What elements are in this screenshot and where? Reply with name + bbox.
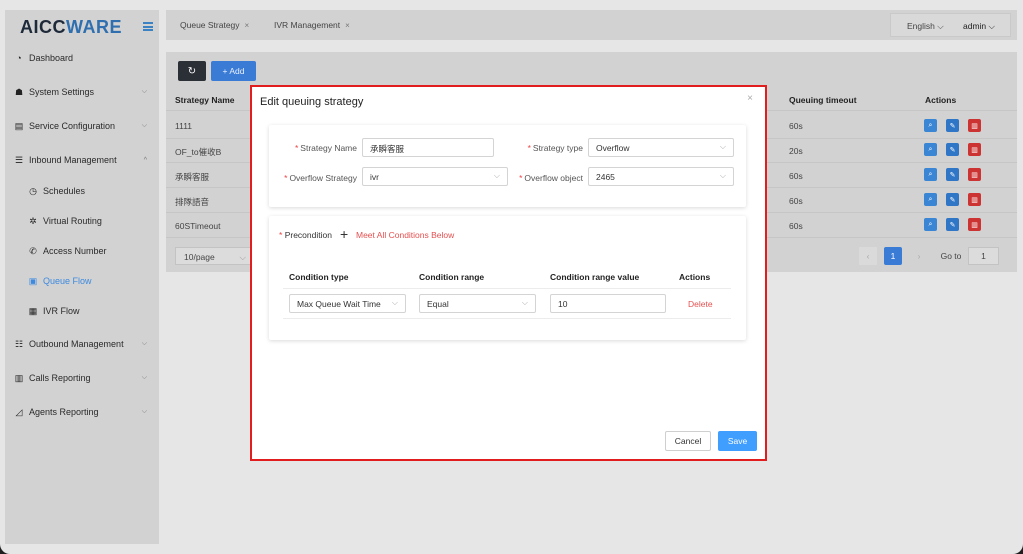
label-text: Overflow Strategy [289,173,357,183]
select-value: Overflow [596,143,630,153]
modal-overlay: Edit queuing strategy × * Strategy Name 承… [0,0,1023,554]
edit-strategy-dialog: Edit queuing strategy × * Strategy Name 承… [250,85,767,461]
column-header-condition-range: Condition range [419,272,485,282]
select-value: ivr [370,172,379,182]
required-mark: * [519,173,523,183]
strategy-fields-card: * Strategy Name 承瞬客服 * Strategy type Overf… [269,125,746,207]
overflow-object-select[interactable]: 2465 ⌵ [588,167,734,186]
required-mark: * [279,230,283,240]
overflow-strategy-label: * Overflow Strategy [277,173,357,183]
overflow-strategy-select[interactable]: ivr ⌵ [362,167,508,186]
label-text: Overflow object [524,173,583,183]
add-condition-icon[interactable]: + [340,226,348,242]
cancel-button[interactable]: Cancel [665,431,711,451]
column-header-condition-range-value: Condition range value [550,272,640,282]
dialog-title: Edit queuing strategy [260,96,364,108]
divider [283,318,731,319]
label-text: Strategy type [532,143,583,153]
strategy-type-select[interactable]: Overflow ⌵ [588,138,734,157]
close-icon[interactable]: × [747,93,753,104]
condition-type-select[interactable]: Max Queue Wait Time ⌵ [289,294,406,313]
precondition-card: * Precondition + Meet All Conditions Bel… [269,216,746,340]
chevron-down-icon: ⌵ [719,142,726,151]
required-mark: * [527,143,531,153]
save-button[interactable]: Save [718,431,757,451]
chevron-down-icon: ⌵ [391,298,398,307]
required-mark: * [284,173,288,183]
select-value: Max Queue Wait Time [297,299,381,309]
divider [283,288,731,289]
delete-condition-link[interactable]: Delete [688,299,713,309]
condition-range-value-input[interactable]: 10 [550,294,666,313]
chevron-down-icon: ⌵ [493,171,500,180]
select-value: 2465 [596,172,615,182]
select-value: Equal [427,299,449,309]
label-text: Strategy Name [300,143,357,153]
chevron-down-icon: ⌵ [719,171,726,180]
chevron-down-icon: ⌵ [521,298,528,307]
app-frame: AICCWARE ◔ Dashboard ☗ System Settings ⌵… [0,0,1023,554]
required-mark: * [294,143,299,153]
strategy-name-label: * Strategy Name [279,143,357,153]
column-header-actions: Actions [679,272,711,282]
precondition-label: * Precondition [279,230,332,240]
column-header-condition-type: Condition type [289,272,349,282]
label-text: Precondition [284,230,332,240]
condition-range-select[interactable]: Equal ⌵ [419,294,536,313]
strategy-type-label: * Strategy type [509,143,583,153]
strategy-name-input[interactable]: 承瞬客服 [362,138,494,157]
overflow-object-label: * Overflow object [509,173,583,183]
meet-all-conditions-link[interactable]: Meet All Conditions Below [356,230,454,240]
